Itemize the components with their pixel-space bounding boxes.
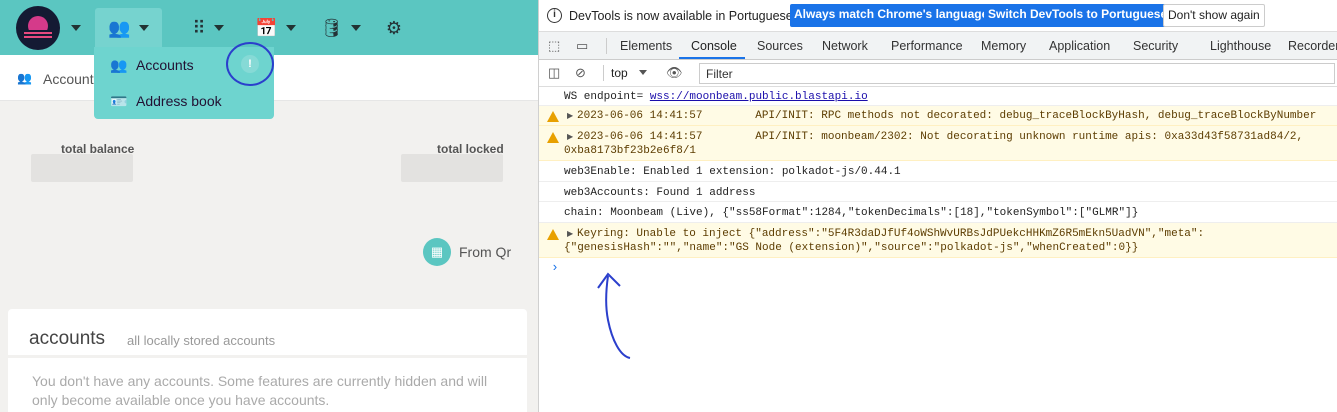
console-log-row: chain: Moonbeam (Live), {"ss58Format":12… [539, 202, 1337, 223]
gears-icon: ⚙ [385, 18, 403, 38]
warning-icon [547, 132, 559, 143]
language-infobar: i DevTools is now available in Portugues… [539, 0, 1337, 32]
total-balance-skeleton [31, 154, 133, 182]
tab-elements[interactable]: Elements [620, 39, 672, 53]
accounts-subtitle: all locally stored accounts [127, 333, 276, 348]
sidebar-toggle-icon[interactable]: ◫ [548, 65, 560, 81]
chevron-down-icon[interactable] [71, 25, 81, 31]
from-qr-button[interactable]: ▦ From Qr [423, 238, 511, 266]
tab-console[interactable]: Console [691, 39, 737, 53]
log-text: 2023-06-06 14:41:57 API/INIT: RPC method… [577, 110, 1317, 122]
log-text: Keyring: Unable to inject {"address":"5F… [577, 228, 1205, 240]
divider [606, 38, 607, 54]
menu-item-address-book[interactable]: 🪪 Address book [110, 88, 222, 114]
expand-triangle-icon[interactable]: ▶ [567, 229, 573, 239]
expand-triangle-icon[interactable]: ▶ [567, 132, 573, 142]
console-warning-row[interactable]: ▶ 2023-06-06 14:41:57 API/INIT: moonbeam… [539, 126, 1337, 161]
address-card-icon: 🪪 [110, 92, 128, 109]
console-filter-input[interactable] [699, 63, 1335, 84]
tab-network[interactable]: Network [822, 39, 868, 53]
database-icon: 🛢 [320, 18, 343, 38]
from-qr-label: From Qr [459, 244, 512, 260]
console-prompt[interactable]: › [551, 260, 559, 275]
calendar-icon: 📅 [255, 18, 278, 38]
tab-performance[interactable]: Performance [891, 39, 963, 53]
console-log-row: WS endpoint= wss://moonbeam.public.blast… [539, 87, 1337, 106]
total-locked-skeleton [401, 154, 503, 182]
switch-devtools-language-button[interactable]: Switch DevTools to Portuguese [984, 4, 1172, 27]
console-toolbar: ◫ ⊘ top 👁 [539, 60, 1337, 87]
clear-console-icon[interactable]: ⊘ [575, 65, 586, 81]
empty-accounts-message: You don't have any accounts. Some featur… [32, 373, 488, 408]
ws-endpoint-link[interactable]: wss://moonbeam.public.blastapi.io [650, 91, 868, 103]
divider [603, 65, 604, 81]
log-text: 2023-06-06 14:41:57 API/INIT: moonbeam/2… [577, 131, 1304, 143]
chevron-down-icon [285, 25, 296, 31]
chevron-down-icon [138, 25, 149, 31]
users-icon: 👥 [110, 56, 128, 73]
log-text: web3Enable: Enabled 1 extension: polkado… [564, 166, 901, 178]
warning-icon [547, 229, 559, 240]
menu-item-accounts[interactable]: 👥 Accounts [110, 52, 194, 78]
accounts-card-header: accounts all locally stored accounts [8, 309, 527, 355]
log-text: chain: Moonbeam (Live), {"ss58Format":12… [564, 207, 1139, 219]
grid-icon: ⠿ [192, 18, 206, 38]
console-output: WS endpoint= wss://moonbeam.public.blast… [539, 87, 1337, 412]
console-warning-row[interactable]: ▶ 2023-06-06 14:41:57 API/INIT: RPC meth… [539, 106, 1337, 126]
warning-icon [547, 111, 559, 122]
users-icon: 👥 [17, 71, 32, 85]
users-icon: 👥 [108, 18, 131, 38]
nav-apps-button[interactable]: ⠿ [183, 8, 233, 48]
nav-governance-button[interactable]: 📅 [253, 8, 298, 48]
expand-triangle-icon[interactable]: ▶ [567, 111, 573, 121]
devtools-tabbar: ⬚ ▭ Elements Console Sources Network Per… [539, 32, 1337, 60]
chain-logo[interactable] [16, 6, 60, 50]
chevron-down-icon [213, 25, 224, 31]
always-match-language-button[interactable]: Always match Chrome's language [790, 4, 993, 27]
tab-application[interactable]: Application [1049, 39, 1110, 53]
subnav-accounts-label[interactable]: Account [43, 71, 94, 87]
menu-item-label: Address book [136, 93, 222, 109]
chevron-down-icon [350, 25, 361, 31]
nav-accounts-button[interactable]: 👥 [95, 8, 162, 48]
chevron-down-icon[interactable] [639, 70, 647, 75]
log-text: web3Accounts: Found 1 address [564, 187, 756, 199]
tab-security[interactable]: Security [1133, 39, 1178, 53]
annotation-circle [226, 42, 274, 86]
infobar-text: DevTools is now available in Portuguese! [569, 9, 797, 23]
dont-show-again-button[interactable]: Don't show again [1163, 4, 1265, 27]
log-text: {"genesisHash":"","name":"GS Node (exten… [564, 242, 1139, 254]
devtools-panel: i DevTools is now available in Portugues… [538, 0, 1337, 412]
console-log-row: web3Enable: Enabled 1 extension: polkado… [539, 161, 1337, 182]
menu-item-label: Accounts [136, 57, 194, 73]
console-log-row: web3Accounts: Found 1 address [539, 182, 1337, 202]
device-toolbar-icon[interactable]: ▭ [576, 38, 588, 54]
context-selector[interactable]: top [611, 66, 628, 80]
annotation-arrow [597, 272, 631, 359]
log-text: WS endpoint= [564, 91, 650, 103]
accounts-empty-card: You don't have any accounts. Some featur… [8, 358, 527, 412]
inspect-element-icon[interactable]: ⬚ [548, 38, 560, 54]
tab-recorder[interactable]: Recorder [1288, 39, 1337, 53]
tab-lighthouse[interactable]: Lighthouse [1210, 39, 1271, 53]
tab-memory[interactable]: Memory [981, 39, 1026, 53]
console-warning-row[interactable]: ▶ Keyring: Unable to inject {"address":"… [539, 223, 1337, 258]
qrcode-icon: ▦ [423, 238, 451, 266]
tab-sources[interactable]: Sources [757, 39, 803, 53]
accounts-title: accounts [29, 328, 106, 349]
polkadot-app: 👥 ⠿ 📅 🛢 ⚙ 👥 Account 👥 Accounts 🪪 Address… [0, 0, 538, 412]
nav-developer-button[interactable]: 🛢 [318, 8, 363, 48]
eye-icon[interactable]: 👁 [666, 65, 683, 81]
info-icon: i [547, 8, 562, 23]
nav-settings-button[interactable]: ⚙ [380, 8, 408, 48]
log-text: 0xba8173bf23b2e6f8/1 [564, 145, 697, 157]
active-tab-indicator [679, 57, 745, 59]
